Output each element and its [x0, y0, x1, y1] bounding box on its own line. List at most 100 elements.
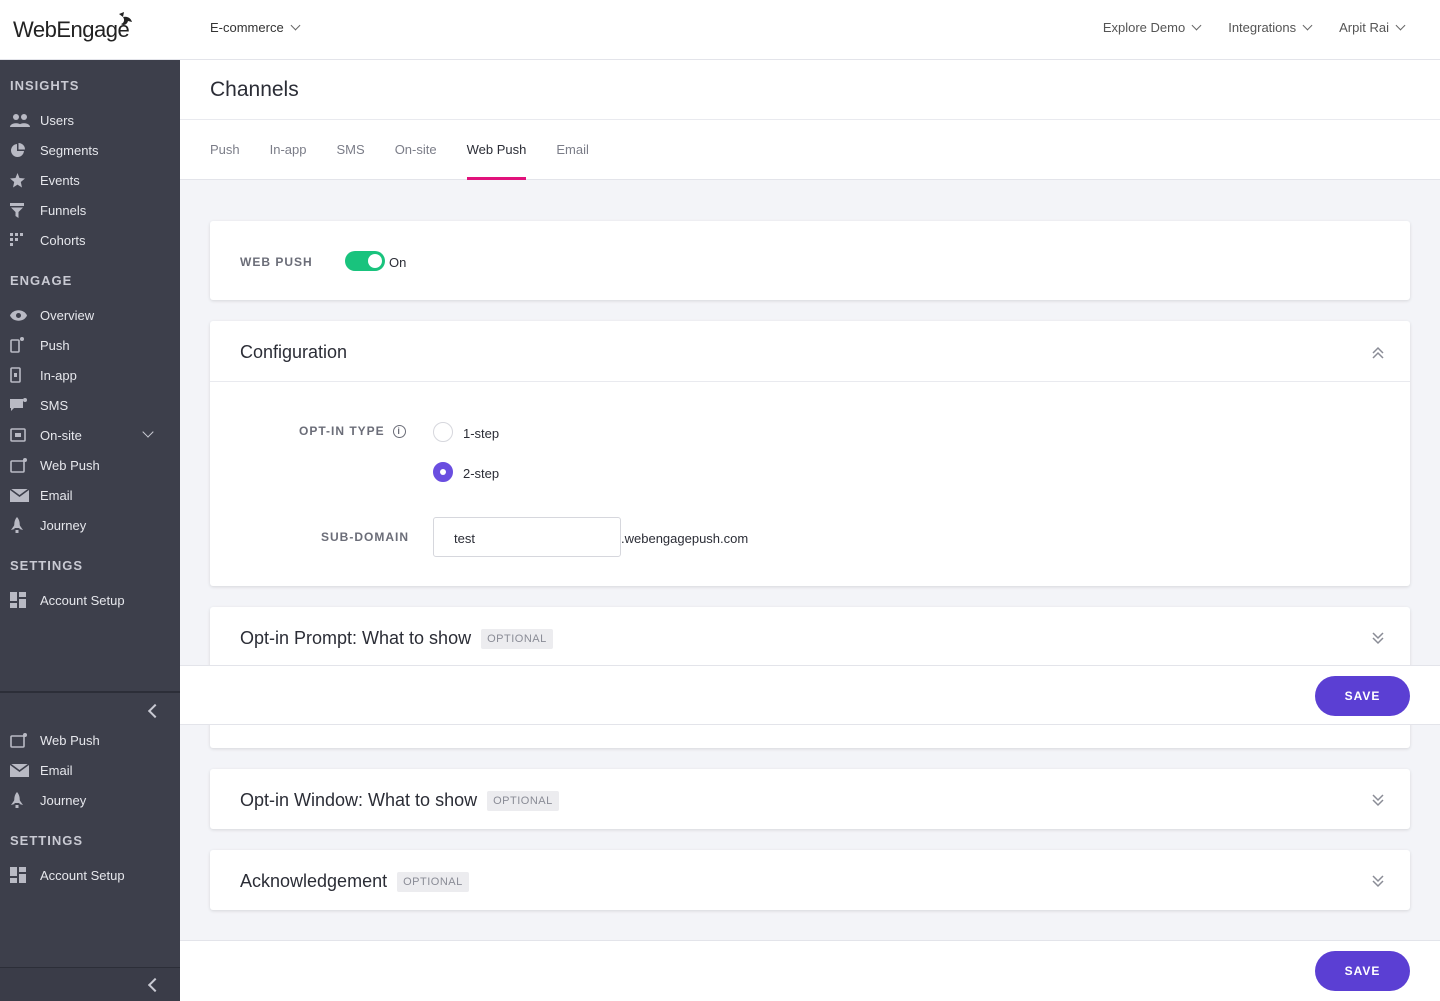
sidebar-item-account-setup[interactable]: Account Setup: [10, 590, 170, 610]
sidebar-item-push[interactable]: Push: [10, 335, 170, 355]
chevron-down-icon: [1302, 20, 1313, 31]
collapse-chevron-icon[interactable]: [1372, 345, 1384, 361]
radio-2-step[interactable]: [433, 462, 453, 482]
chevron-down-icon: [1191, 20, 1202, 31]
sidebar-item-journey-lower[interactable]: Journey: [10, 790, 170, 810]
sidebar-item-label: In-app: [40, 367, 77, 383]
sidebar-item-events[interactable]: Events: [10, 170, 170, 190]
user-menu[interactable]: Arpit Rai: [1339, 20, 1406, 35]
sidebar-item-label: Web Push: [40, 732, 100, 748]
project-label: E-commerce: [210, 20, 284, 35]
divider: [210, 381, 1410, 382]
optin-prompt-title: Opt-in Prompt: What to show OPTIONAL: [240, 628, 553, 649]
collapse-sidebar-icon[interactable]: [147, 703, 163, 719]
channel-tabs: Push In-app SMS On-site Web Push Email: [210, 142, 589, 180]
section-title: Opt-in Prompt: What to show: [240, 628, 472, 648]
optional-badge: OPTIONAL: [397, 871, 469, 892]
mail-icon: [10, 762, 30, 778]
sidebar-item-users[interactable]: Users: [10, 110, 170, 130]
section-title: Acknowledgement: [240, 871, 388, 891]
insights-heading: INSIGHTS: [10, 78, 80, 93]
integrations-menu[interactable]: Integrations: [1228, 20, 1313, 35]
page-title: Channels: [210, 78, 299, 101]
radio-1-step-label: 1-step: [463, 426, 500, 441]
sidebar-item-onsite[interactable]: On-site: [10, 425, 170, 445]
optional-badge: OPTIONAL: [487, 790, 559, 811]
sidebar-item-webpush-lower[interactable]: Web Push: [10, 730, 170, 750]
project-selector[interactable]: E-commerce: [210, 20, 301, 35]
sidebar: INSIGHTS Users Segments Events Funnels C…: [0, 60, 180, 1001]
sidebar-item-webpush[interactable]: Web Push: [10, 455, 170, 475]
integrations-label: Integrations: [1228, 20, 1297, 35]
sidebar-item-journey[interactable]: Journey: [10, 515, 170, 535]
radio-1-step[interactable]: [433, 422, 453, 442]
tab-inapp[interactable]: In-app: [270, 142, 307, 180]
sidebar-item-label: Overview: [40, 307, 95, 323]
explore-demo-label: Explore Demo: [1102, 20, 1186, 35]
sidebar-item-label: Funnels: [40, 202, 87, 218]
save-bar-bottom: SAVE: [180, 940, 1440, 1001]
sidebar-item-segments[interactable]: Segments: [10, 140, 170, 160]
logo-text: WebEngage: [13, 17, 130, 42]
tab-email[interactable]: Email: [556, 142, 589, 180]
chevron-down-icon: [1395, 20, 1406, 31]
inapp-icon: [10, 367, 30, 383]
chevron-down-icon[interactable]: [142, 426, 154, 438]
sidebar-item-cohorts[interactable]: Cohorts: [10, 230, 170, 250]
user-name: Arpit Rai: [1339, 20, 1389, 35]
sidebar-item-label: Email: [40, 762, 73, 778]
collapse-sidebar-icon[interactable]: [147, 977, 163, 993]
optin-window-card[interactable]: Opt-in Window: What to show OPTIONAL: [210, 769, 1410, 829]
acknowledgement-card[interactable]: Acknowledgement OPTIONAL: [210, 850, 1410, 910]
tab-sms[interactable]: SMS: [337, 142, 365, 180]
optional-badge: OPTIONAL: [481, 628, 553, 649]
explore-demo-menu[interactable]: Explore Demo: [1102, 20, 1202, 35]
section-title: Opt-in Window: What to show: [240, 790, 478, 810]
optin-type-text: OPT-IN TYPE: [299, 424, 385, 438]
browser-icon: [10, 732, 30, 748]
webengage-logo[interactable]: WebEngage: [13, 12, 132, 48]
sidebar-item-label: Web Push: [40, 457, 100, 473]
rocket-icon: [10, 791, 30, 808]
star-icon: [10, 172, 30, 188]
sidebar-item-email-lower[interactable]: Email: [10, 760, 170, 780]
configuration-card: Configuration OPT-IN TYPE i 1-step 2-step…: [210, 321, 1410, 586]
save-button[interactable]: SAVE: [1315, 951, 1410, 991]
mail-icon: [10, 487, 30, 503]
webpush-label: WEB PUSH: [240, 255, 313, 269]
sidebar-footer: [0, 967, 180, 1001]
sidebar-item-inapp[interactable]: In-app: [10, 365, 170, 385]
tab-webpush[interactable]: Web Push: [466, 142, 526, 180]
expand-chevron-icon[interactable]: [1372, 630, 1384, 646]
sidebar-item-funnels[interactable]: Funnels: [10, 200, 170, 220]
sidebar-item-label: Push: [40, 337, 70, 353]
sidebar-item-account-setup-lower[interactable]: Account Setup: [10, 865, 170, 885]
tab-onsite[interactable]: On-site: [395, 142, 437, 180]
users-icon: [10, 112, 30, 128]
expand-chevron-icon[interactable]: [1372, 792, 1384, 808]
info-icon[interactable]: i: [392, 425, 406, 439]
rocket-icon: [10, 516, 30, 533]
sidebar-item-sms[interactable]: SMS: [10, 395, 170, 415]
settings-heading-lower: SETTINGS: [10, 833, 84, 848]
grid-icon: [10, 232, 30, 248]
optin-type-label: OPT-IN TYPE i: [299, 424, 406, 439]
chat-icon: [10, 397, 30, 413]
sidebar-item-label: Email: [40, 487, 73, 503]
sidebar-item-label: Account Setup: [40, 867, 125, 883]
expand-chevron-icon[interactable]: [1372, 873, 1384, 889]
window-icon: [10, 427, 30, 443]
subdomain-input[interactable]: test: [433, 517, 621, 557]
sidebar-item-overview[interactable]: Overview: [10, 305, 170, 325]
sidebar-item-label: Users: [40, 112, 74, 128]
sidebar-item-label: Journey: [40, 792, 87, 808]
save-button[interactable]: SAVE: [1315, 676, 1410, 716]
webpush-toggle[interactable]: [345, 251, 385, 271]
tab-push[interactable]: Push: [210, 142, 240, 180]
sidebar-item-email[interactable]: Email: [10, 485, 170, 505]
sidebar-item-label: Events: [40, 172, 80, 188]
logo-bird-icon: [119, 12, 132, 25]
mobile-icon: [10, 337, 30, 353]
save-bar-floating: SAVE: [180, 665, 1440, 725]
sidebar-item-label: On-site: [40, 427, 82, 443]
